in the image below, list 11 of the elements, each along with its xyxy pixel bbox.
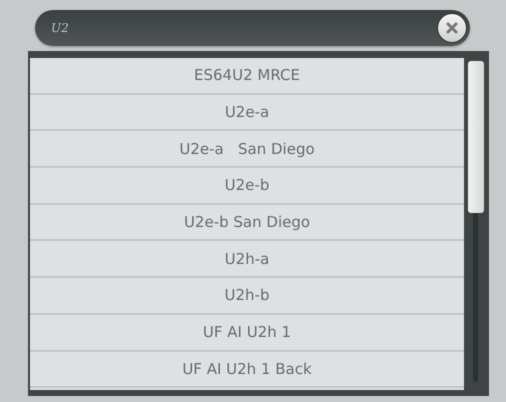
result-item[interactable]: U2e-b San Diego: [30, 204, 464, 242]
result-item[interactable]: UF AI U2h 1 Back: [30, 352, 464, 388]
result-item[interactable]: U2e-a: [30, 94, 464, 132]
result-item[interactable]: U2h-b: [30, 278, 464, 315]
close-icon: [445, 21, 459, 35]
result-item[interactable]: UF AI U2h 1: [30, 314, 464, 352]
result-item[interactable]: U2e-b: [30, 168, 464, 205]
result-item[interactable]: U2e-a San Diego: [30, 131, 464, 168]
result-item[interactable]: ES64U2 MRCE: [30, 58, 464, 95]
result-item[interactable]: U2h-a: [30, 241, 464, 278]
search-field[interactable]: U2: [35, 10, 470, 46]
